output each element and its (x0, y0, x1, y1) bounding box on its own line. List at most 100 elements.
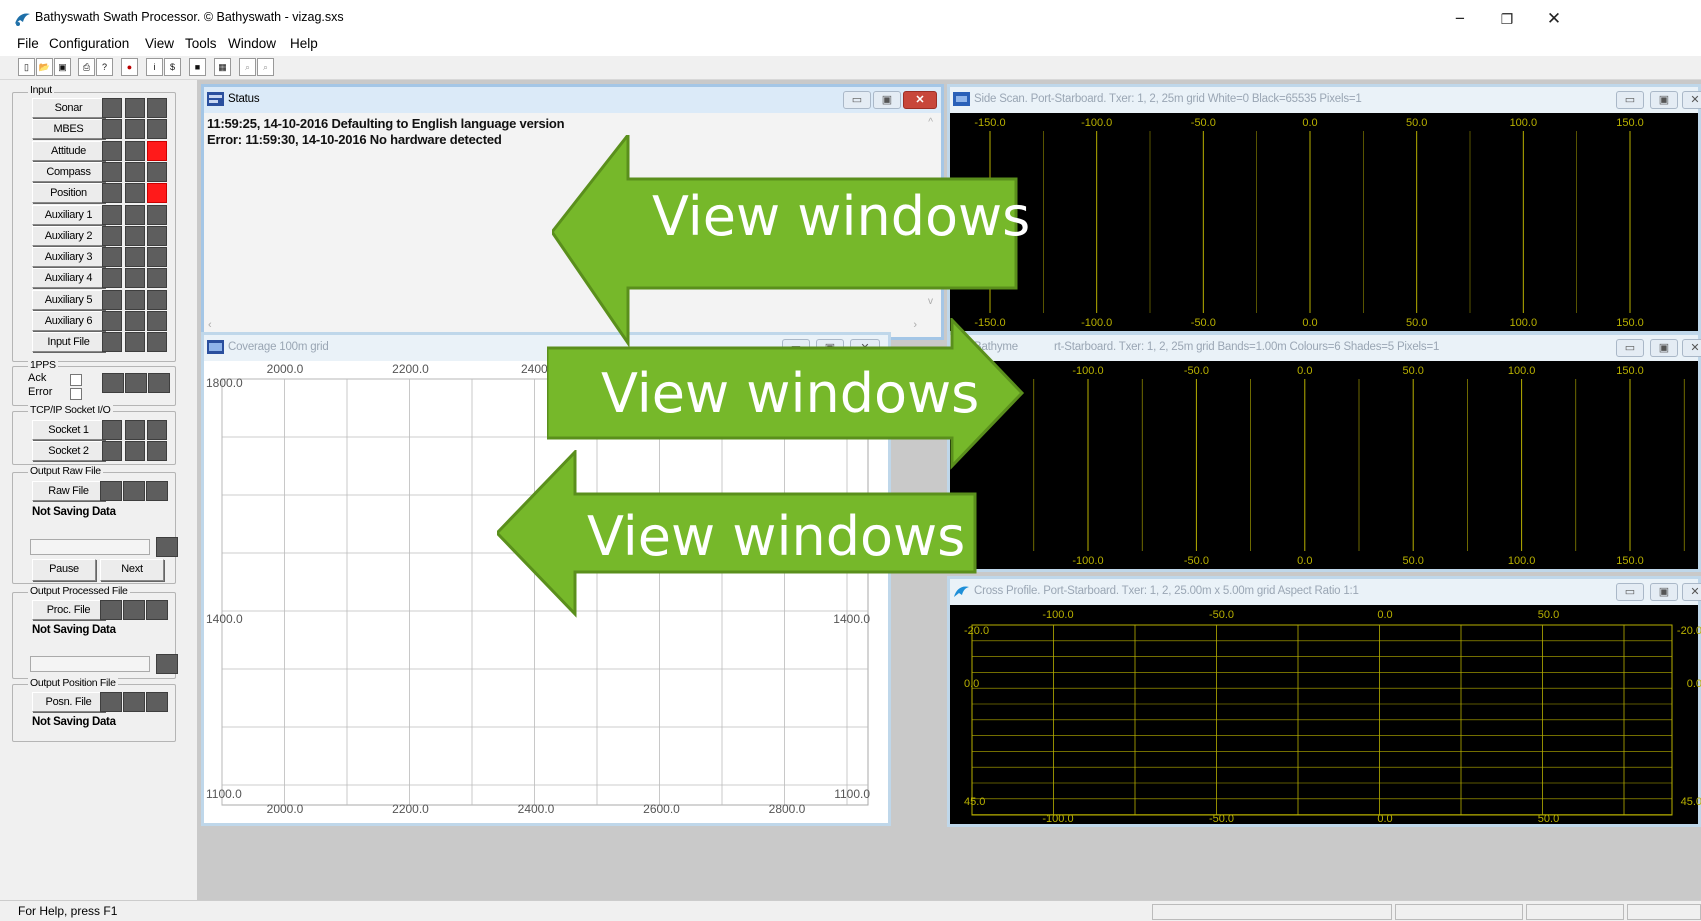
socket-indicator-1-0 (102, 441, 122, 461)
file-count-icon[interactable]: i (146, 58, 163, 76)
input-indicator-3-2 (147, 161, 168, 182)
input-position-button[interactable]: Position (32, 183, 105, 204)
print-icon[interactable]: ⎙ (78, 58, 95, 76)
sidescan-bottom-tick: 100.0 (1510, 317, 1538, 329)
input-indicator-6-0 (102, 225, 122, 246)
cross-profile-window[interactable]: Cross Profile. Port-Starboard. Txer: 1, … (947, 576, 1701, 827)
zoom-in-icon[interactable]: ⌕ (239, 58, 256, 76)
input-auxiliary-5-button[interactable]: Auxiliary 5 (32, 289, 105, 310)
input-auxiliary-3-button[interactable]: Auxiliary 3 (32, 247, 105, 268)
input-attitude-button[interactable]: Attitude (32, 140, 105, 161)
status-panel-2 (1395, 904, 1523, 920)
input-auxiliary-2-button[interactable]: Auxiliary 2 (32, 225, 105, 246)
dollar-icon[interactable]: $ (164, 58, 181, 76)
input-indicator-8-1 (124, 268, 145, 289)
sidescan-maximize-button[interactable]: ▣ (1650, 91, 1678, 109)
socket-2-button[interactable]: Socket 2 (32, 441, 105, 461)
ack-checkbox[interactable] (70, 374, 82, 386)
status-maximize-button[interactable]: ▣ (873, 91, 901, 109)
next-button[interactable]: Next (100, 559, 164, 581)
coverage-window-icon (207, 340, 224, 354)
input-sonar-button[interactable]: Sonar (32, 98, 105, 118)
scroll-up-icon[interactable]: ^ (928, 117, 933, 128)
input-mbes-button[interactable]: MBES (32, 119, 105, 140)
bathymetry-bottom-tick: 150.0 (1616, 555, 1644, 567)
bathymetry-close-button[interactable]: ✕ (1682, 339, 1701, 357)
menu-configuration[interactable]: Configuration (49, 36, 129, 51)
chart-icon[interactable]: ▦ (214, 58, 231, 76)
menu-view[interactable]: View (145, 36, 174, 51)
proc-status-square (156, 654, 178, 674)
cross-profile-window-titlebar[interactable]: Cross Profile. Port-Starboard. Txer: 1, … (950, 579, 1701, 605)
menu-file[interactable]: File (17, 36, 39, 51)
minimize-button[interactable]: − (1437, 6, 1483, 32)
coverage-y-tick: 1400.0 (206, 612, 243, 626)
pps-indicator-3 (148, 373, 170, 393)
input-indicator-7-2 (147, 247, 168, 268)
mdi-workspace: Status ▭ ▣ ✕ 11:59:25, 14-10-2016 Defaul… (197, 80, 1701, 900)
menu-help[interactable]: Help (290, 36, 318, 51)
cross-profile-top-tick: -50.0 (1209, 609, 1234, 621)
sidescan-minimize-button[interactable]: ▭ (1616, 91, 1644, 109)
socket-1-button[interactable]: Socket 1 (32, 420, 105, 440)
socket-indicator-0-0 (102, 420, 122, 440)
cross-profile-grid: -100.0 -100.0 -50.0 -50.0 0.0 0.0 50.0 50.0 -20.… (964, 609, 1701, 825)
bathymetry-maximize-button[interactable]: ▣ (1650, 339, 1678, 357)
input-auxiliary-6-button[interactable]: Auxiliary 6 (32, 311, 105, 331)
record-icon[interactable]: ● (121, 58, 138, 76)
input-indicator-7-1 (124, 247, 145, 268)
cross-profile-close-button[interactable]: ✕ (1682, 583, 1701, 601)
socket-indicator-1-1 (124, 441, 145, 461)
sidescan-top-tick: 100.0 (1510, 117, 1538, 129)
raw-file-button[interactable]: Raw File (32, 481, 105, 501)
raw-status-square (156, 537, 178, 557)
status-window-titlebar[interactable]: Status ▭ ▣ ✕ (204, 87, 941, 113)
pps-indicator-1 (102, 373, 124, 393)
input-indicator-4-1 (124, 183, 145, 204)
posn-indicator-1 (100, 692, 122, 712)
sidescan-bottom-tick: 150.0 (1616, 317, 1644, 329)
pause-button[interactable]: Pause (32, 559, 96, 581)
posn-indicator-3 (146, 692, 168, 712)
close-button[interactable]: ✕ (1531, 6, 1577, 32)
proc-saving-status: Not Saving Data (32, 624, 116, 636)
input-compass-button[interactable]: Compass (32, 161, 105, 182)
error-checkbox[interactable] (70, 388, 82, 400)
view-windows-label-1: View windows (652, 185, 1031, 248)
status-close-button[interactable]: ✕ (903, 91, 937, 109)
menu-tools[interactable]: Tools (185, 36, 217, 51)
input-input-file-button[interactable]: Input File (32, 332, 105, 353)
error-label: Error (28, 386, 53, 398)
menu-window[interactable]: Window (228, 36, 276, 51)
new-icon[interactable]: ▯ (18, 58, 35, 76)
status-minimize-button[interactable]: ▭ (843, 91, 871, 109)
cross-profile-bottom-tick: -50.0 (1209, 813, 1234, 825)
tcp-group-label: TCP/IP Socket I/O (28, 404, 113, 416)
stop-icon[interactable]: ■ (189, 58, 206, 76)
cross-profile-top-tick: -100.0 (1042, 609, 1073, 621)
zoom-out-icon[interactable]: ⌕ (257, 58, 274, 76)
input-auxiliary-1-button[interactable]: Auxiliary 1 (32, 204, 105, 225)
menu-bar: File Configuration View Tools Window Hel… (0, 34, 1701, 56)
status-panel-1 (1152, 904, 1392, 920)
bathymetry-bottom-tick: -100.0 (1072, 555, 1103, 567)
status-panel-3 (1526, 904, 1624, 920)
input-indicator-0-1 (124, 98, 145, 118)
bathymetry-minimize-button[interactable]: ▭ (1616, 339, 1644, 357)
scroll-left-icon[interactable]: ‹ (208, 319, 212, 331)
help-icon[interactable]: ? (96, 58, 113, 76)
input-auxiliary-4-button[interactable]: Auxiliary 4 (32, 268, 105, 289)
save-icon[interactable]: ▣ (54, 58, 71, 76)
cross-profile-minimize-button[interactable]: ▭ (1616, 583, 1644, 601)
pps-indicator-2 (125, 373, 147, 393)
proc-indicator-2 (123, 600, 145, 620)
sidescan-close-button[interactable]: ✕ (1682, 91, 1701, 109)
coverage-right-y-tick: 1100.0 (834, 787, 870, 801)
sidescan-window-titlebar[interactable]: Side Scan. Port-Starboard. Txer: 1, 2, 2… (950, 87, 1701, 113)
bathymetry-top-tick: 100.0 (1508, 365, 1536, 377)
posn-file-button[interactable]: Posn. File (32, 692, 105, 712)
cross-profile-maximize-button[interactable]: ▣ (1650, 583, 1678, 601)
proc-file-button[interactable]: Proc. File (32, 600, 105, 620)
restore-button[interactable]: ❐ (1484, 6, 1530, 32)
open-icon[interactable]: 📂 (36, 58, 53, 76)
